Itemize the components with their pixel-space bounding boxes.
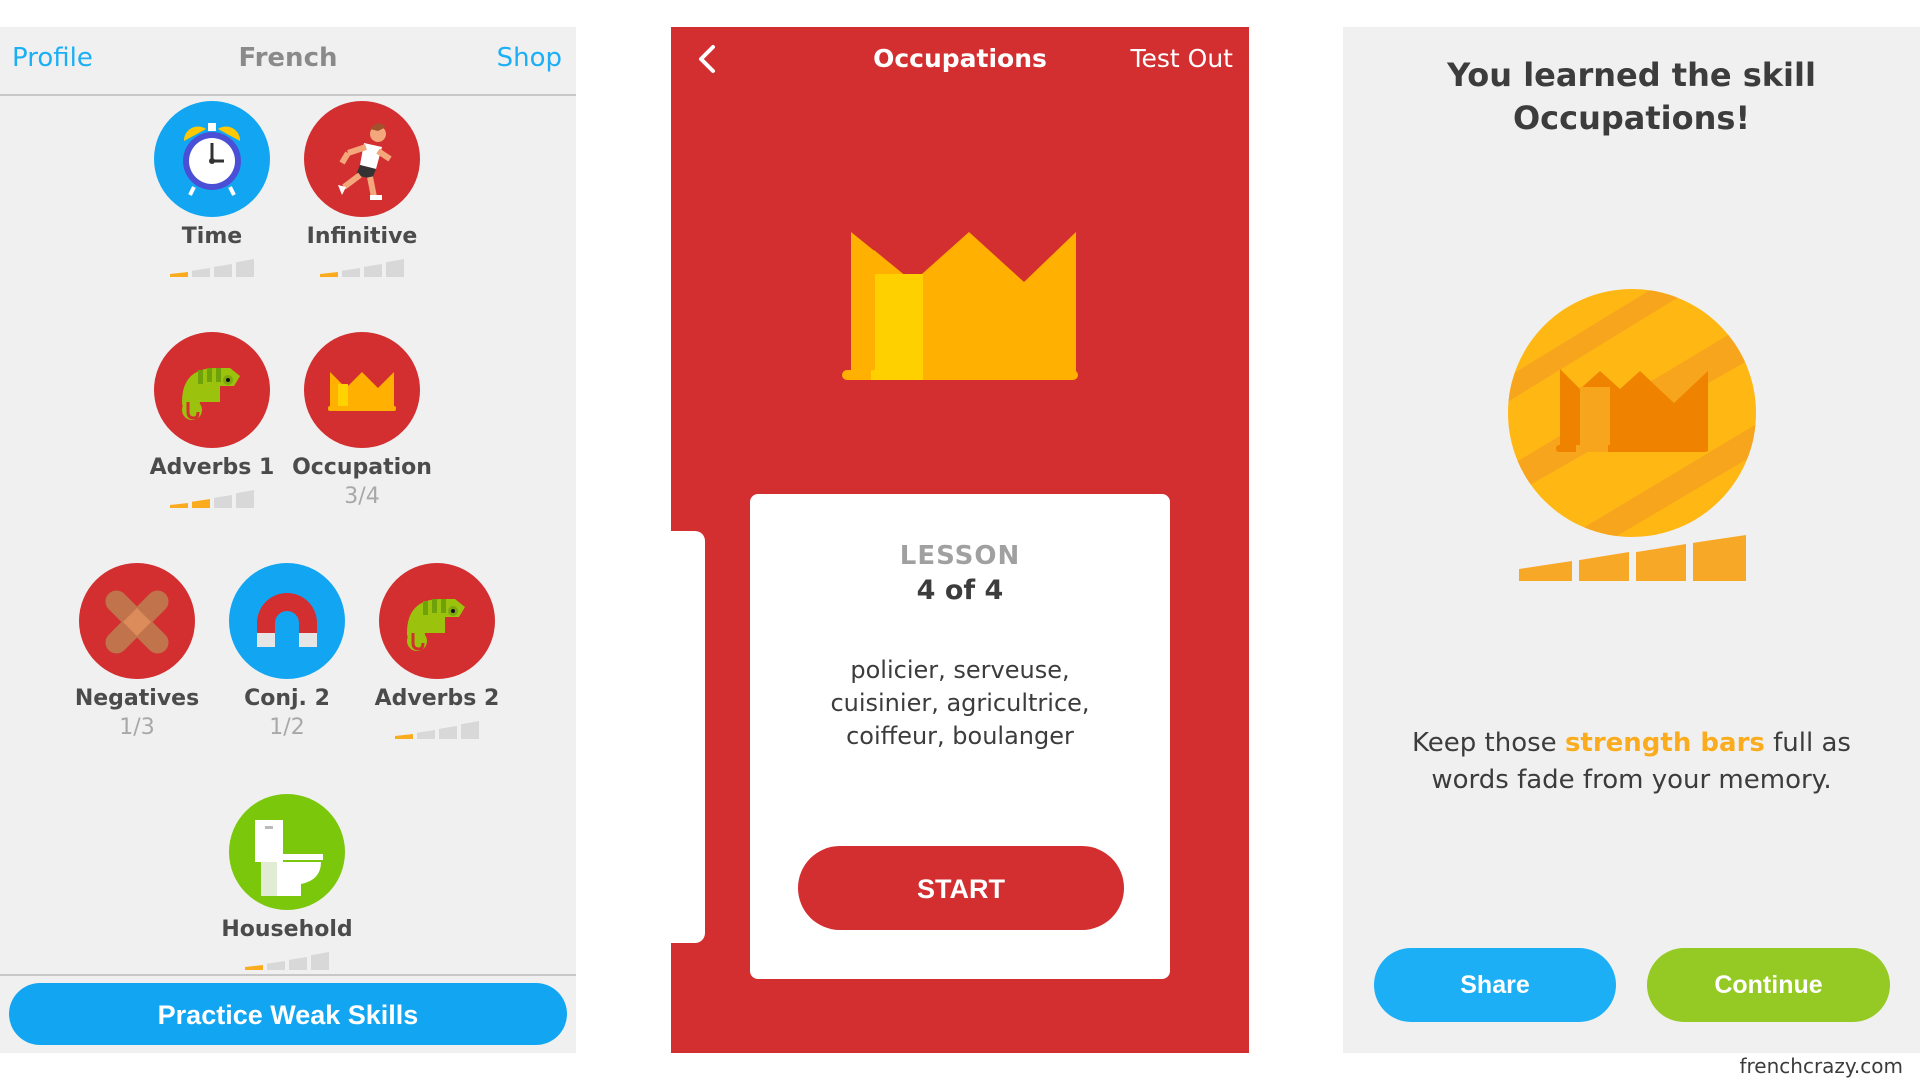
lesson-label: LESSON	[899, 541, 1021, 571]
skill-icon-circle[interactable]	[379, 563, 495, 679]
message-text: full as	[1764, 728, 1851, 758]
test-out-link[interactable]: Test Out	[1130, 44, 1233, 73]
skill-icon-circle[interactable]	[79, 563, 195, 679]
message-text: words fade from your memory.	[1431, 765, 1832, 795]
skill-tree-panel: French Profile Shop Time Infinitive Adve…	[0, 27, 576, 1053]
skill-infinitive[interactable]: Infinitive	[287, 101, 437, 277]
skill-conj-2[interactable]: Conj. 2 1/2	[212, 563, 362, 740]
skill-time[interactable]: Time	[137, 101, 287, 277]
magnet-icon	[257, 593, 317, 647]
bandage-x-icon	[105, 590, 169, 654]
skill-name: Infinitive	[306, 224, 418, 249]
divider	[0, 974, 576, 976]
skill-name: Time	[181, 224, 243, 249]
share-button[interactable]: Share	[1374, 948, 1616, 1022]
heading-line: Occupations!	[1512, 99, 1751, 137]
top-nav-bar: French Profile Shop	[0, 27, 576, 96]
skill-adverbs-1[interactable]: Adverbs 1	[137, 332, 287, 508]
words-line: policier, serveuse,	[850, 656, 1070, 684]
lesson-progress: 3/4	[344, 484, 380, 509]
alarm-clock-icon	[183, 123, 241, 196]
skill-icon-circle[interactable]	[229, 794, 345, 910]
strength-bar	[1636, 544, 1686, 581]
encouragement-message: Keep those strength bars full as words f…	[1343, 725, 1920, 799]
strength-bars	[212, 952, 362, 970]
crown-icon	[842, 232, 1078, 380]
strength-bar	[1519, 561, 1572, 581]
heading-line: You learned the skill	[1447, 56, 1816, 94]
strength-bars-highlight: strength bars	[1564, 728, 1765, 758]
completion-heading: You learned the skill Occupations!	[1343, 54, 1920, 140]
skill-name: Conj. 2	[244, 686, 330, 711]
lesson-progress: 1/2	[269, 715, 305, 740]
skill-icon-circle[interactable]	[154, 332, 270, 448]
previous-card-edge[interactable]	[671, 531, 705, 943]
shop-link[interactable]: Shop	[497, 43, 562, 73]
skill-name: Adverbs 1	[149, 455, 275, 480]
skill-adverbs-2[interactable]: Adverbs 2	[362, 563, 512, 739]
skill-complete-panel: You learned the skill Occupations! Keep …	[1343, 27, 1920, 1053]
lesson-count: 4 of 4	[916, 575, 1004, 606]
profile-link[interactable]: Profile	[12, 43, 93, 73]
skill-icon-circle[interactable]	[154, 101, 270, 217]
continue-button[interactable]: Continue	[1647, 948, 1890, 1022]
skill-name: Household	[221, 917, 353, 942]
lesson-progress: 1/3	[119, 715, 155, 740]
start-button[interactable]: START	[798, 846, 1124, 930]
skill-name: Negatives	[74, 686, 200, 711]
strength-bars	[137, 490, 287, 508]
words-line: coiffeur, boulanger	[846, 722, 1074, 750]
chameleon-icon	[182, 368, 240, 420]
lesson-card: LESSON 4 of 4 policier, serveuse, cuisin…	[750, 494, 1170, 979]
strength-bars	[362, 721, 512, 739]
skill-name: Adverbs 2	[374, 686, 500, 711]
skill-name: Occupation	[292, 455, 432, 480]
chevron-left-icon	[699, 45, 715, 73]
skill-icon-circle[interactable]	[304, 332, 420, 448]
skill-icon-circle[interactable]	[229, 563, 345, 679]
runner-icon	[338, 123, 392, 200]
words-line: cuisinier, agricultrice,	[830, 689, 1090, 717]
strength-bars	[287, 259, 437, 277]
skill-household[interactable]: Household	[212, 794, 362, 970]
strength-bars-full	[1519, 535, 1746, 581]
strength-bar	[1693, 535, 1746, 581]
skill-occupation[interactable]: Occupation 3/4	[287, 332, 437, 509]
message-text: Keep those	[1412, 728, 1565, 758]
lesson-panel: Occupations Test Out LESSON 4 of 4 polic…	[671, 27, 1249, 1053]
lesson-words: policier, serveuse, cuisinier, agricultr…	[750, 654, 1170, 753]
practice-weak-skills-button[interactable]: Practice Weak Skills	[9, 983, 567, 1045]
skill-negatives[interactable]: Negatives 1/3	[62, 563, 212, 740]
chameleon-icon	[407, 599, 465, 651]
strength-bars	[137, 259, 287, 277]
watermark: frenchcrazy.com	[1739, 1054, 1903, 1078]
skill-icon-circle[interactable]	[304, 101, 420, 217]
strength-bar	[1579, 552, 1629, 581]
crown-icon	[328, 372, 396, 411]
back-button[interactable]	[689, 41, 725, 77]
toilet-icon	[255, 820, 323, 896]
